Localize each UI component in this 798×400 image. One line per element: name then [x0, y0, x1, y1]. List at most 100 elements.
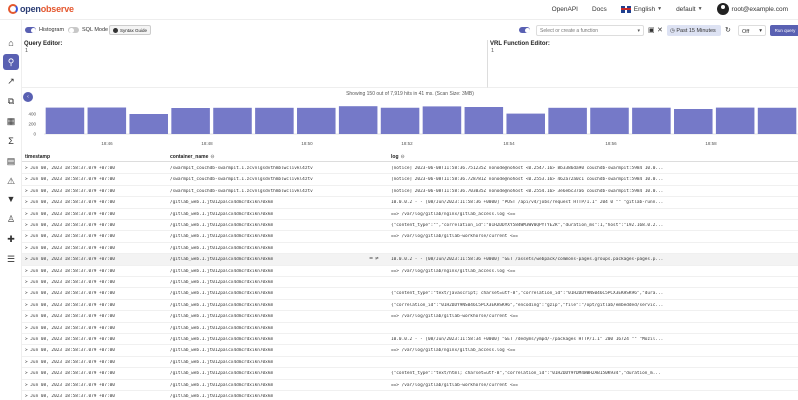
- table-row[interactable]: > Jun 08, 2023 18:58:37.079 +07:00/gitla…: [22, 266, 798, 277]
- rum-icon[interactable]: ▦: [4, 114, 18, 128]
- histogram-bar[interactable]: [422, 106, 462, 134]
- list-icon[interactable]: ☰: [4, 252, 18, 266]
- histogram-bar[interactable]: [87, 107, 127, 135]
- traces-icon[interactable]: ⧉: [4, 94, 18, 108]
- table-row[interactable]: > Jun 08, 2023 18:58:37.079 +07:00/gitla…: [22, 391, 798, 400]
- delete-icon[interactable]: ✕: [657, 26, 663, 34]
- table-row[interactable]: > Jun 08, 2023 18:58:37.079 +07:00/swarm…: [22, 186, 798, 198]
- timestamp-cell: > Jun 08, 2023 18:58:37.079 +07:00: [25, 211, 115, 217]
- histogram-bar[interactable]: [129, 114, 168, 134]
- openapi-link[interactable]: OpenAPI: [552, 6, 578, 13]
- table-row[interactable]: > Jun 08, 2023 18:58:37.079 +07:00/gitla…: [22, 197, 798, 209]
- sort-icon[interactable]: ⊖: [401, 154, 405, 160]
- table-row[interactable]: > Jun 08, 2023 18:58:37.079 +07:00/swarm…: [22, 163, 798, 175]
- users-icon[interactable]: ♙: [4, 212, 18, 226]
- histogram-bar[interactable]: [590, 107, 629, 134]
- container-name-cell: /gitlab_web.1.jt012palcx4dmcrdxikn70xkm: [170, 382, 274, 388]
- language-select[interactable]: English: [634, 6, 655, 13]
- header-log[interactable]: log ⊖: [391, 154, 405, 160]
- function-select[interactable]: Select or create a function ▾: [536, 25, 644, 36]
- container-name-cell: /gitlab_web.1.jt012palcx4dmcrdxikn70xkm: [170, 268, 274, 274]
- alerts-icon[interactable]: ⚠: [4, 174, 18, 188]
- histogram-bar[interactable]: [464, 107, 504, 134]
- container-name-cell: /gitlab_web.1.jt012palcx4dmcrdxikn70xkm: [170, 257, 274, 263]
- logs-table: timestamp container_name ⊖ log ⊖ > Jun 08,…: [22, 150, 798, 400]
- table-row[interactable]: > Jun 08, 2023 18:58:37.079 +07:00/gitla…: [22, 323, 798, 334]
- include-exclude-icons[interactable]: = ≠: [369, 256, 379, 262]
- settings-icon[interactable]: ✚: [4, 232, 18, 246]
- table-row[interactable]: > Jun 08, 2023 18:58:37.079 +07:00/gitla…: [22, 311, 798, 323]
- histogram-bar[interactable]: [171, 108, 210, 134]
- header-container-name[interactable]: container_name ⊖: [170, 154, 215, 160]
- avatar[interactable]: [716, 3, 729, 15]
- table-row[interactable]: > Jun 08, 2023 18:58:37.079 +07:00/gitla…: [22, 380, 798, 391]
- vrl-function-editor[interactable]: VRL Function Editor: 1: [488, 40, 798, 88]
- query-editor[interactable]: Query Editor: 1: [22, 40, 488, 88]
- timestamp-cell: > Jun 08, 2023 18:58:37.079 +07:00: [25, 177, 115, 183]
- save-icon[interactable]: ▣: [648, 26, 655, 34]
- table-row[interactable]: > Jun 08, 2023 18:58:37.079 +07:00/gitla…: [22, 357, 798, 369]
- function-toggle[interactable]: [519, 27, 530, 33]
- histogram-bar[interactable]: [255, 107, 294, 134]
- histogram-bar[interactable]: [506, 113, 545, 134]
- container-name-cell: /swarmpit_couchdb-swarmpit.1.zcvnlgsdvth…: [170, 166, 313, 171]
- time-range-button[interactable]: ◷ Past 15 Minutes: [667, 25, 721, 36]
- sort-icon[interactable]: ⊖: [210, 154, 214, 160]
- metrics-icon[interactable]: ↗: [4, 74, 18, 88]
- histogram-bar[interactable]: [297, 107, 336, 134]
- logo-mark-icon: [8, 4, 18, 14]
- logo[interactable]: openobserve: [8, 4, 74, 14]
- histogram-bar[interactable]: [674, 109, 713, 134]
- user-email[interactable]: root@example.com: [732, 6, 788, 13]
- table-row[interactable]: > Jun 08, 2023 18:58:37.079 +07:00/gitla…: [22, 209, 798, 220]
- container-name-cell: /gitlab_web.1.jt012palcx4dmcrdxikn70xkm: [170, 223, 274, 228]
- auto-refresh-select[interactable]: Off ▾: [738, 25, 766, 36]
- histogram-bar[interactable]: [380, 107, 420, 134]
- table-row[interactable]: > Jun 08, 2023 18:58:37.079 +07:00/gitla…: [22, 288, 798, 300]
- container-name-cell: /gitlab_web.1.jt012palcx4dmcrdxikn70xkm: [170, 394, 274, 399]
- histogram-bar[interactable]: [715, 107, 755, 134]
- log-cell: [notice] 2023-06-08T11:58:36.703035Z non…: [391, 188, 664, 194]
- table-row[interactable]: > Jun 08, 2023 18:58:37.079 +07:00/gitla…: [22, 300, 798, 312]
- table-row[interactable]: > Jun 08, 2023 18:58:37.079 +07:00/gitla…: [22, 368, 798, 380]
- functions-icon[interactable]: Σ: [4, 134, 18, 148]
- dashboards-icon[interactable]: ▤: [4, 154, 18, 168]
- table-row[interactable]: > Jun 08, 2023 18:58:37.079 +07:00/gitla…: [22, 334, 798, 346]
- vrl-editor-title: VRL Function Editor:: [490, 41, 550, 47]
- table-row[interactable]: > Jun 08, 2023 18:58:37.079 +07:00/gitla…: [22, 220, 798, 232]
- docs-link[interactable]: Docs: [592, 6, 607, 13]
- org-chevron-down-icon[interactable]: ▼: [698, 6, 703, 12]
- filter-icon[interactable]: ▼: [4, 192, 18, 206]
- histogram-bar[interactable]: [632, 107, 671, 134]
- x-tick-label: 18:46: [101, 141, 113, 146]
- histogram-bar[interactable]: [548, 107, 587, 134]
- table-row[interactable]: > Jun 08, 2023 18:58:37.079 +07:00/gitla…: [22, 254, 798, 266]
- query-line-number: 1: [25, 48, 29, 54]
- home-icon[interactable]: ⌂: [4, 36, 18, 50]
- collapse-chevron-icon[interactable]: ‹: [23, 92, 33, 102]
- query-editor-title: Query Editor:: [24, 41, 63, 47]
- x-tick-label: 18:48: [201, 141, 213, 146]
- language-chevron-down-icon[interactable]: ▼: [657, 6, 662, 12]
- histogram-bar[interactable]: [757, 107, 797, 134]
- table-row[interactable]: > Jun 08, 2023 18:58:37.079 +07:00/gitla…: [22, 345, 798, 357]
- search-icon[interactable]: ⚲: [3, 54, 19, 70]
- table-row[interactable]: > Jun 08, 2023 18:58:37.079 +07:00/swarm…: [22, 174, 798, 186]
- histogram-bar[interactable]: [45, 107, 85, 134]
- sql-mode-toggle[interactable]: [68, 27, 79, 33]
- table-row[interactable]: > Jun 08, 2023 18:58:37.079 +07:00/gitla…: [22, 277, 798, 289]
- histogram-toggle[interactable]: [25, 27, 36, 33]
- run-query-button[interactable]: Run query: [770, 25, 798, 36]
- container-name-cell: /gitlab_web.1.jt012palcx4dmcrdxikn70xkm: [170, 348, 274, 354]
- x-tick-label: 18:50: [301, 141, 313, 146]
- histogram-bar[interactable]: [213, 107, 252, 134]
- refresh-icon[interactable]: ↻: [725, 26, 731, 34]
- org-select[interactable]: default: [676, 6, 696, 13]
- table-row[interactable]: > Jun 08, 2023 18:58:37.079 +07:00/gitla…: [22, 243, 798, 255]
- histogram-bar[interactable]: [338, 106, 378, 134]
- header-timestamp[interactable]: timestamp: [25, 154, 50, 160]
- container-name-cell: /gitlab_web.1.jt012palcx4dmcrdxikn70xkm: [170, 280, 274, 285]
- y-tick-label: 200: [28, 122, 36, 127]
- syntax-guide-button[interactable]: Syntax Guide: [109, 25, 152, 35]
- table-row[interactable]: > Jun 08, 2023 18:58:37.079 +07:00/gitla…: [22, 231, 798, 243]
